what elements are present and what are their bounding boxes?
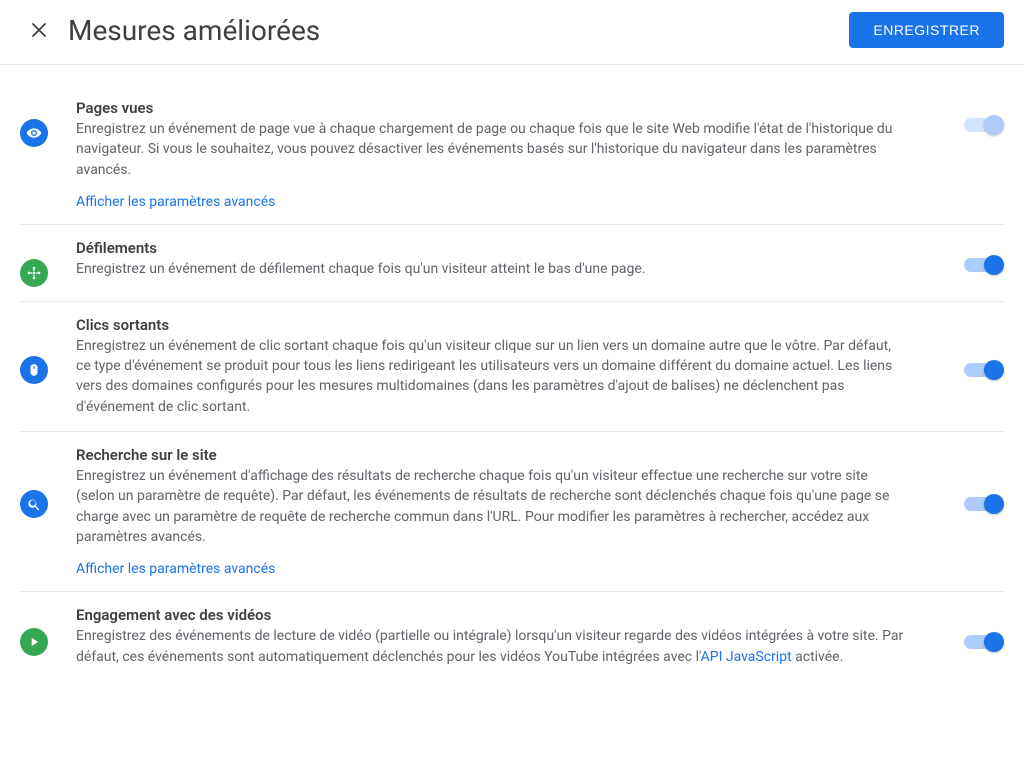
measurement-row-scrolls: Défilements Enregistrez un événement de … xyxy=(20,225,1004,302)
row-body: Pages vues Enregistrez un événement de p… xyxy=(76,99,932,210)
row-description: Enregistrez un événement d'affichage des… xyxy=(76,466,908,547)
toggle-outbound-clicks[interactable] xyxy=(964,360,1004,380)
toggle-column xyxy=(932,316,1004,380)
mouse-icon xyxy=(20,356,48,384)
toggle-video-engagement[interactable] xyxy=(964,632,1004,652)
icon-column xyxy=(20,239,76,287)
toggle-column xyxy=(932,446,1004,514)
toggle-site-search[interactable] xyxy=(964,494,1004,514)
toggle-scrolls[interactable] xyxy=(964,255,1004,275)
measurement-row-site-search: Recherche sur le site Enregistrez un évé… xyxy=(20,432,1004,592)
toggle-page-views[interactable] xyxy=(964,115,1004,135)
close-icon[interactable] xyxy=(28,19,50,41)
dialog-title: Mesures améliorées xyxy=(68,14,320,47)
toggle-column xyxy=(932,239,1004,275)
dialog-header: Mesures améliorées ENREGISTRER xyxy=(0,0,1024,65)
save-button[interactable]: ENREGISTRER xyxy=(849,12,1004,48)
row-title: Engagement avec des vidéos xyxy=(76,606,908,624)
advanced-settings-link[interactable]: Afficher les paramètres avancés xyxy=(76,194,275,210)
row-title: Clics sortants xyxy=(76,316,908,334)
icon-column xyxy=(20,606,76,656)
measurement-row-outbound-clicks: Clics sortants Enregistrez un événement … xyxy=(20,302,1004,432)
search-icon xyxy=(20,490,48,518)
row-description: Enregistrez un événement de défilement c… xyxy=(76,259,908,279)
row-title: Pages vues xyxy=(76,99,908,117)
row-description: Enregistrez un événement de page vue à c… xyxy=(76,119,908,180)
api-javascript-link[interactable]: API JavaScript xyxy=(701,649,792,665)
icon-column xyxy=(20,446,76,518)
advanced-settings-link[interactable]: Afficher les paramètres avancés xyxy=(76,561,275,577)
icon-column xyxy=(20,99,76,147)
row-description: Enregistrez un événement de clic sortant… xyxy=(76,336,908,417)
header-left: Mesures améliorées xyxy=(28,14,320,47)
eye-icon xyxy=(20,119,48,147)
row-description: Enregistrez des événements de lecture de… xyxy=(76,626,908,667)
row-body: Engagement avec des vidéos Enregistrez d… xyxy=(76,606,932,667)
icon-column xyxy=(20,316,76,384)
row-body: Recherche sur le site Enregistrez un évé… xyxy=(76,446,932,577)
measurement-row-page-views: Pages vues Enregistrez un événement de p… xyxy=(20,85,1004,225)
scroll-icon xyxy=(20,259,48,287)
row-body: Clics sortants Enregistrez un événement … xyxy=(76,316,932,417)
row-title: Recherche sur le site xyxy=(76,446,908,464)
row-body: Défilements Enregistrez un événement de … xyxy=(76,239,932,279)
toggle-column xyxy=(932,99,1004,135)
measurement-row-video-engagement: Engagement avec des vidéos Enregistrez d… xyxy=(20,592,1004,681)
desc-suffix: activée. xyxy=(792,649,844,665)
measurement-list: Pages vues Enregistrez un événement de p… xyxy=(0,65,1024,681)
play-icon xyxy=(20,628,48,656)
row-title: Défilements xyxy=(76,239,908,257)
toggle-column xyxy=(932,606,1004,652)
